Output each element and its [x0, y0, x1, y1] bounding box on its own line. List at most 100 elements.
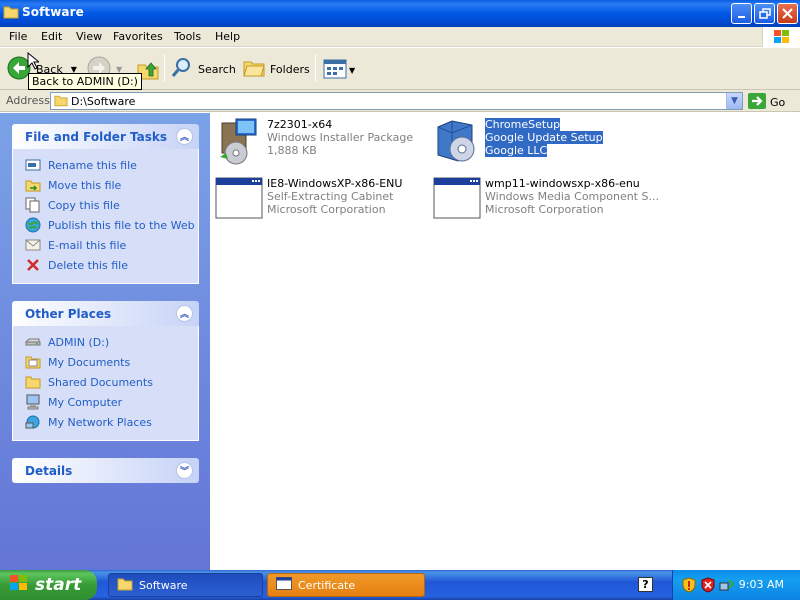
search-label: Search [198, 63, 236, 76]
drive-icon [25, 334, 41, 350]
place-shared-documents[interactable]: Shared Documents [25, 372, 198, 392]
folder-icon [25, 374, 41, 390]
file-info: 1,888 KB [267, 144, 317, 157]
task-email[interactable]: E-mail this file [25, 235, 198, 255]
views-icon [323, 59, 347, 82]
file-name: wmp11-windowsxp-x86-enu [485, 177, 640, 190]
file-name: ChromeSetup [485, 118, 561, 131]
place-my-network-places[interactable]: My Network Places [25, 412, 198, 432]
taskbar-label: Certificate [298, 578, 356, 592]
address-value: D:\Software [71, 95, 136, 108]
security-alert-icon[interactable] [700, 577, 716, 596]
task-label: Copy this file [48, 198, 120, 212]
start-button[interactable]: start [0, 570, 97, 600]
place-label: ADMIN (D:) [48, 335, 110, 349]
file-item[interactable]: 7z2301-x64 Windows Installer Package 1,8… [214, 117, 413, 167]
task-move[interactable]: Move this file [25, 175, 198, 195]
panel-body: ADMIN (D:) My Documents Shared Documents… [12, 326, 199, 441]
folder-icon [117, 577, 133, 594]
window-title: Software [22, 5, 84, 19]
task-rename[interactable]: Rename this file [25, 155, 198, 175]
back-tooltip: Back to ADMIN (D:) [28, 73, 142, 90]
address-bar: Address D:\Software ▼ Go [0, 90, 800, 112]
panel-title: Other Places [25, 307, 112, 321]
taskbar-label: Software [139, 578, 188, 592]
place-label: My Documents [48, 355, 131, 369]
network-tray-icon[interactable] [719, 577, 735, 596]
address-label: Address [6, 94, 50, 107]
panel-header[interactable]: Details ︾ [12, 458, 199, 483]
security-shield-icon[interactable] [681, 577, 697, 596]
menu-file[interactable]: File [9, 30, 27, 43]
file-info: Microsoft Corporation [485, 203, 604, 216]
menu-bar: File Edit View Favorites Tools Help [0, 27, 800, 47]
close-button[interactable] [777, 3, 798, 24]
file-type: Self-Extracting Cabinet [267, 190, 394, 203]
file-item[interactable]: wmp11-windowsxp-x86-enu Windows Media Co… [432, 176, 659, 226]
menu-view[interactable]: View [76, 30, 102, 43]
address-dropdown-button[interactable]: ▼ [726, 93, 742, 109]
collapse-chevron-icon[interactable]: ︽ [176, 128, 193, 145]
file-meta: IE8-WindowsXP-x86-ENU Self-Extracting Ca… [267, 176, 402, 226]
file-item-selected[interactable]: ChromeSetup Google Update Setup Google L… [432, 117, 603, 167]
file-list-area[interactable]: 7z2301-x64 Windows Installer Package 1,8… [210, 113, 800, 570]
windows-flag-icon [9, 574, 29, 597]
expand-chevron-icon[interactable]: ︾ [176, 462, 193, 479]
copy-icon [25, 197, 41, 213]
place-my-documents[interactable]: My Documents [25, 352, 198, 372]
taskbar-button-software[interactable]: Software [108, 573, 263, 597]
file-meta: ChromeSetup Google Update Setup Google L… [485, 117, 603, 167]
window-icon [276, 577, 292, 593]
task-label: Rename this file [48, 158, 137, 172]
panel-header[interactable]: Other Places ︽ [12, 301, 199, 326]
place-admin-drive[interactable]: ADMIN (D:) [25, 332, 198, 352]
task-pane: File and Folder Tasks ︽ Rename this file… [0, 113, 210, 570]
go-button[interactable]: Go [748, 93, 785, 112]
folder-icon [54, 94, 68, 110]
chevron-down-icon[interactable]: ▼ [349, 66, 355, 75]
folder-icon [25, 354, 41, 370]
task-copy[interactable]: Copy this file [25, 195, 198, 215]
menu-tools[interactable]: Tools [174, 30, 201, 43]
task-label: E-mail this file [48, 238, 127, 252]
file-name: 7z2301-x64 [267, 118, 333, 131]
windows-logo-icon [762, 27, 800, 47]
maximize-button[interactable] [754, 3, 775, 24]
network-icon [25, 414, 41, 430]
title-bar[interactable]: Software [0, 0, 800, 27]
search-button[interactable]: Search [170, 56, 236, 83]
file-folder-tasks-panel: File and Folder Tasks ︽ Rename this file… [12, 124, 199, 284]
other-places-panel: Other Places ︽ ADMIN (D:) My Documents S… [12, 301, 199, 441]
panel-header[interactable]: File and Folder Tasks ︽ [12, 124, 199, 149]
menu-favorites[interactable]: Favorites [113, 30, 163, 43]
menu-edit[interactable]: Edit [41, 30, 62, 43]
email-icon [25, 237, 41, 253]
task-label: Publish this file to the Web [48, 218, 195, 232]
address-input[interactable]: D:\Software ▼ [50, 92, 743, 110]
go-arrow-icon [748, 93, 766, 112]
delete-icon [25, 257, 41, 273]
taskbar-button-certificate[interactable]: Certificate [267, 573, 425, 597]
task-label: Move this file [48, 178, 122, 192]
move-icon [25, 177, 41, 193]
file-meta: 7z2301-x64 Windows Installer Package 1,8… [267, 117, 413, 167]
task-publish[interactable]: Publish this file to the Web [25, 215, 198, 235]
folder-icon [3, 5, 19, 22]
taskbar: start Software Certificate ? 9:03 AM [0, 570, 800, 600]
place-my-computer[interactable]: My Computer [25, 392, 198, 412]
minimize-button[interactable] [731, 3, 752, 24]
views-button[interactable]: ▼ [323, 59, 355, 82]
collapse-chevron-icon[interactable]: ︽ [176, 305, 193, 322]
help-icon[interactable]: ? [638, 577, 653, 592]
file-type: Google Update Setup [485, 131, 603, 144]
installer-icon [214, 117, 264, 167]
menu-help[interactable]: Help [215, 30, 240, 43]
application-icon [214, 176, 264, 226]
globe-icon [25, 217, 41, 233]
file-name: IE8-WindowsXP-x86-ENU [267, 177, 403, 190]
file-item[interactable]: IE8-WindowsXP-x86-ENU Self-Extracting Ca… [214, 176, 402, 226]
clock[interactable]: 9:03 AM [739, 578, 784, 591]
task-delete[interactable]: Delete this file [25, 255, 198, 275]
folders-label: Folders [270, 63, 310, 76]
folders-button[interactable]: Folders [242, 56, 310, 83]
